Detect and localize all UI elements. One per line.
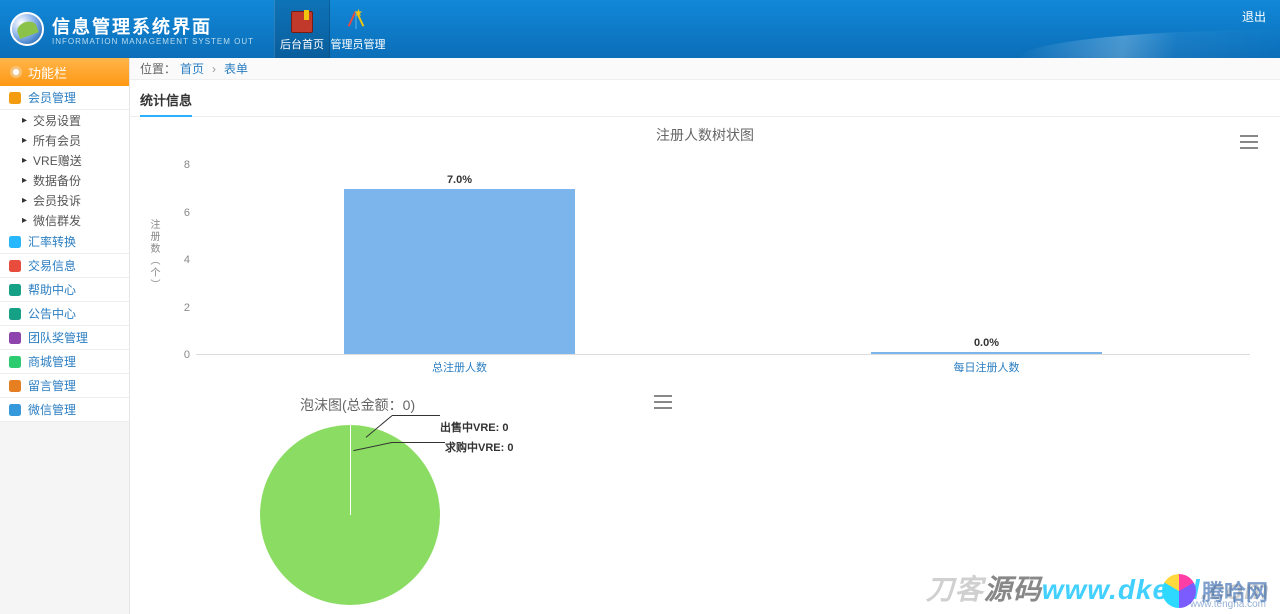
pie-chart-title: 泡沫图(总金额：0) [140,389,680,417]
sidebar-header-label: 功能栏 [28,63,67,82]
bar-chart-title: 注册人数树状图 [140,125,1270,145]
sidebar-sub-0-1[interactable]: 所有会员 [0,130,129,150]
cat-icon [8,235,22,249]
sidebar-cat-7[interactable]: 留言管理 [0,374,129,398]
nav-home-label: 后台首页 [280,36,324,52]
breadcrumb-home[interactable]: 首页 [180,60,204,77]
cat-icon [8,307,22,321]
nav-home[interactable]: 后台首页 [274,0,330,58]
pie-chart: 泡沫图(总金额：0) 出售中VRE: 0 求购中VRE: 0 [140,389,680,599]
cat-icon [8,91,22,105]
bar-value-label: 7.0% [345,174,575,186]
sidebar-cat-1[interactable]: 汇率转换 [0,230,129,254]
sidebar-cat-label: 团队奖管理 [28,329,88,346]
sidebar-sub-0-5[interactable]: 微信群发 [0,210,129,230]
sidebar-cat-label: 帮助中心 [28,281,76,298]
watermark-tengha-sub: www.tengha.com [1190,599,1266,610]
breadcrumb-sep: › [212,62,216,76]
breadcrumb-prefix: 位置： [140,60,176,77]
pie-label-2: 求购中VRE: 0 [445,442,513,454]
cat-icon [8,259,22,273]
bar-value-label: 0.0% [872,337,1102,349]
pie-callout-2: 求购中VRE: 0 [445,439,513,455]
nav-admin-label: 管理员管理 [331,36,386,52]
sidebar-cat-4[interactable]: 公告中心 [0,302,129,326]
sidebar-sub-0-0[interactable]: 交易设置 [0,110,129,130]
header-nav: 后台首页 ★ 管理员管理 [274,0,386,58]
app-subtitle: INFORMATION MANAGEMENT SYSTEM OUT [52,37,254,46]
sidebar-cat-label: 微信管理 [28,401,76,418]
app-logo-icon [10,12,44,46]
chart-menu-icon[interactable] [1240,135,1258,149]
watermark-dkewl-text: 刀客 [926,574,984,605]
sidebar-cat-5[interactable]: 团队奖管理 [0,326,129,350]
chart-menu-icon[interactable] [654,395,672,409]
y-tick: 0 [170,349,190,361]
cat-icon [8,379,22,393]
header-decoration [1020,30,1280,58]
sidebar-cat-label: 商城管理 [28,353,76,370]
breadcrumb: 位置： 首页 › 表单 [130,58,1280,80]
y-tick: 6 [170,207,190,219]
main-area: 位置： 首页 › 表单 统计信息 注册人数树状图 注册数（个） 0 2 4 6 8 7.… [130,58,1280,614]
sidebar-cat-3[interactable]: 帮助中心 [0,278,129,302]
sidebar-sub-0-2[interactable]: VRE赠送 [0,150,129,170]
sidebar-cat-label: 留言管理 [28,377,76,394]
section-title: 统计信息 [140,90,192,117]
sidebar-sub-0-3[interactable]: 数据备份 [0,170,129,190]
app-header: 信息管理系统界面 INFORMATION MANAGEMENT SYSTEM O… [0,0,1280,58]
sidebar-cat-6[interactable]: 商城管理 [0,350,129,374]
sidebar-cat-label: 交易信息 [28,257,76,274]
y-axis-label: 注册数（个） [146,219,161,291]
x-axis-label: 每日注册人数 [954,359,1020,375]
pie-slice [260,425,440,605]
cat-icon [8,331,22,345]
sidebar-cat-label: 汇率转换 [28,233,76,250]
bar-0: 7.0% [344,189,576,354]
admin-icon: ★ [345,10,371,34]
bar-1: 0.0% [871,352,1103,354]
pie-callout-1: 出售中VRE: 0 [440,419,508,435]
sidebar-cat-label: 会员管理 [28,89,76,106]
y-tick: 8 [170,159,190,171]
breadcrumb-current[interactable]: 表单 [224,60,248,77]
sidebar-cat-8[interactable]: 微信管理 [0,398,129,422]
sidebar-cat-label: 公告中心 [28,305,76,322]
logout-link[interactable]: 退出 [1242,8,1266,25]
cat-icon [8,355,22,369]
y-tick: 2 [170,302,190,314]
bar-chart: 注册人数树状图 注册数（个） 0 2 4 6 8 7.0% 0.0% 总注册人数 每日注册人… [140,125,1270,385]
sidebar-cat-0[interactable]: 会员管理 [0,86,129,110]
cat-icon [8,283,22,297]
logo-area: 信息管理系统界面 INFORMATION MANAGEMENT SYSTEM O… [0,12,254,46]
sidebar-header: 功能栏 [0,58,129,86]
sidebar-cat-2[interactable]: 交易信息 [0,254,129,278]
nav-admin[interactable]: ★ 管理员管理 [330,0,386,58]
sidebar-sub-0-4[interactable]: 会员投诉 [0,190,129,210]
watermark-tengha: 腾哈网 www.tengha.com [1162,574,1268,608]
x-axis-label: 总注册人数 [432,359,487,375]
pie-label-1: 出售中VRE: 0 [440,422,508,434]
app-title: 信息管理系统界面 [52,13,254,39]
book-icon [289,10,315,34]
cat-icon [8,403,22,417]
y-tick: 4 [170,254,190,266]
sidebar: 功能栏 会员管理交易设置所有会员VRE赠送数据备份会员投诉微信群发汇率转换交易信… [0,58,130,614]
